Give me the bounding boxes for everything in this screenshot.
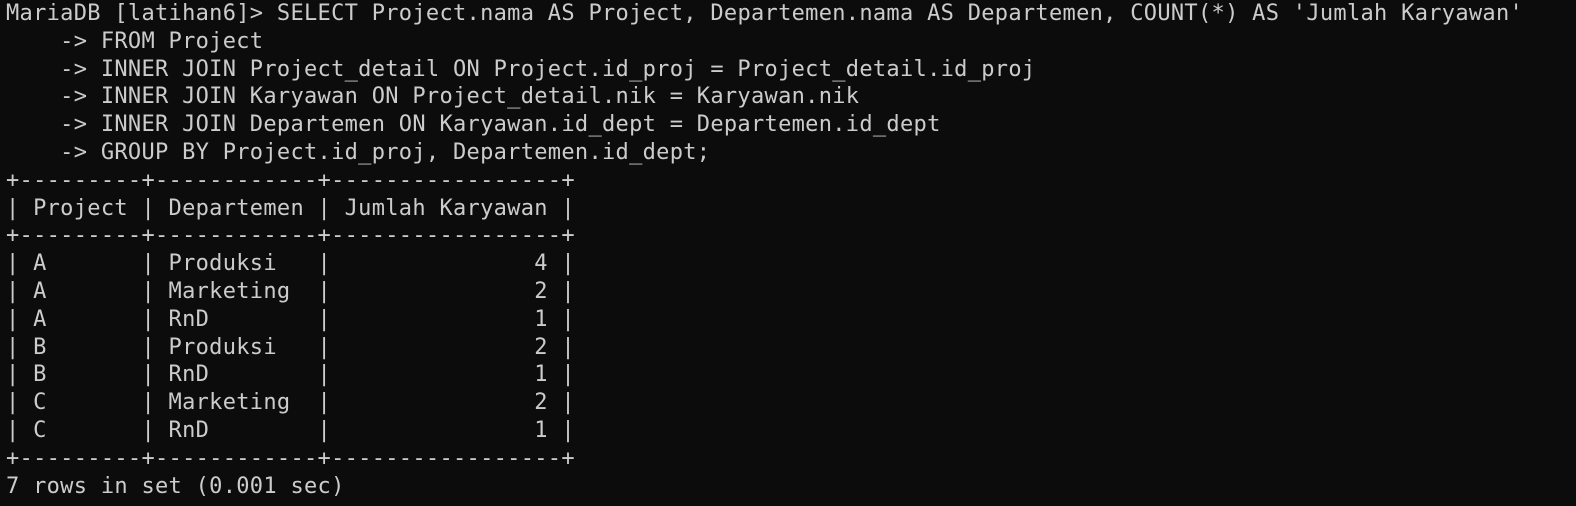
table-border-header: +---------+------------+----------------… — [6, 223, 575, 249]
terminal-window[interactable]: MariaDB [latihan6]> SELECT Project.nama … — [0, 0, 1576, 506]
table-header: | Project | Departemen | Jumlah Karyawan… — [6, 195, 575, 221]
table-row: | B | RnD | 1 | — [6, 362, 575, 388]
table-row: | B | Produksi | 2 | — [6, 334, 575, 360]
table-row: | A | RnD | 1 | — [6, 306, 575, 332]
table-row: | C | Marketing | 2 | — [6, 390, 575, 416]
table-border-bottom: +---------+------------+----------------… — [6, 445, 575, 471]
table-row: | C | RnD | 1 | — [6, 417, 575, 443]
query-line-5: -> INNER JOIN Departemen ON Karyawan.id_… — [6, 112, 941, 138]
table-row: | A | Produksi | 4 | — [6, 251, 575, 277]
status-line: 7 rows in set (0.001 sec) — [6, 473, 345, 499]
query-line-1: MariaDB [latihan6]> SELECT Project.nama … — [6, 0, 1576, 28]
table-border-top: +---------+------------+----------------… — [6, 167, 575, 193]
query-line-4: -> INNER JOIN Karyawan ON Project_detail… — [6, 84, 860, 110]
table-row: | A | Marketing | 2 | — [6, 278, 575, 304]
query-select: SELECT Project.nama AS Project, Departem… — [276, 1, 1524, 26]
query-line-2: -> FROM Project — [6, 28, 264, 54]
query-line-6: -> GROUP BY Project.id_proj, Departemen.… — [6, 139, 711, 165]
query-line-3: -> INNER JOIN Project_detail ON Project.… — [6, 56, 1036, 82]
prompt: MariaDB [latihan6]> — [6, 1, 277, 26]
